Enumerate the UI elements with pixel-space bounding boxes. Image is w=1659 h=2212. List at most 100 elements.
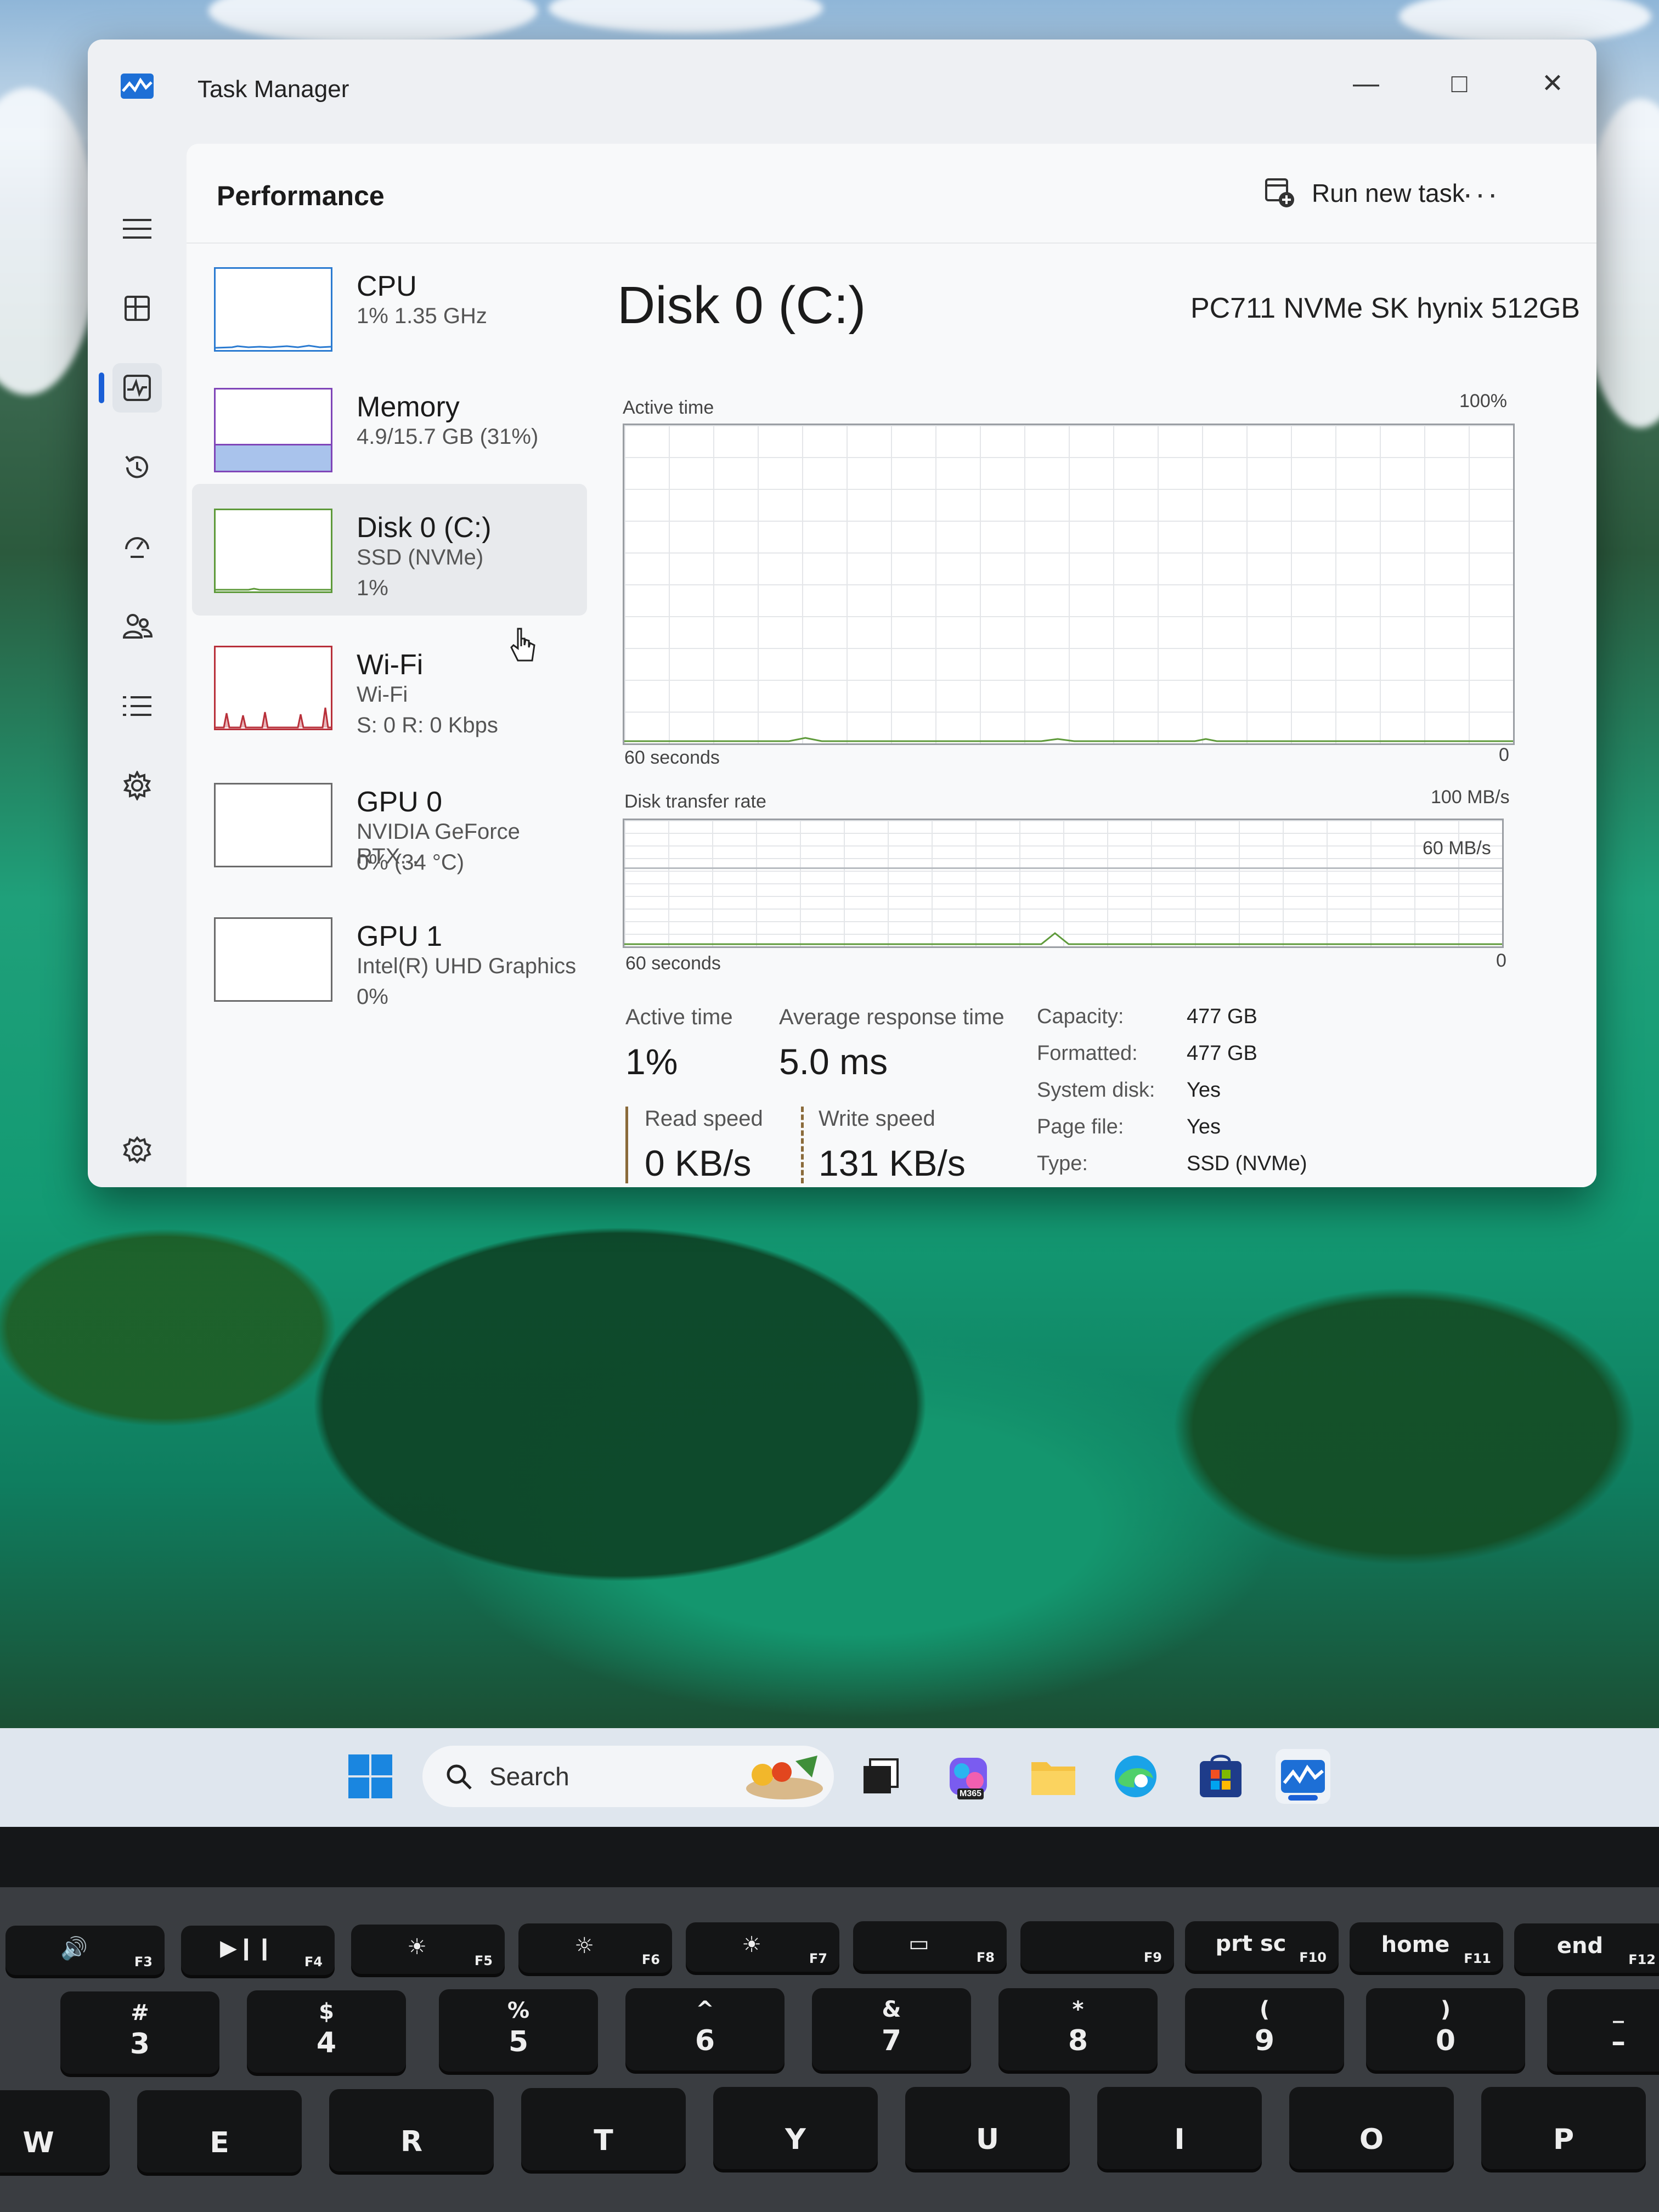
device-detail: SSD (NVMe) bbox=[357, 545, 484, 569]
close-button[interactable]: ✕ bbox=[1520, 56, 1585, 111]
navigation-rail bbox=[88, 144, 187, 1187]
hamburger-menu-icon[interactable] bbox=[112, 204, 162, 253]
run-new-task-button[interactable]: Run new task bbox=[1265, 166, 1465, 221]
device-detail: Wi-Fi bbox=[357, 682, 408, 707]
play-pause-icon: ▶❙❙ bbox=[220, 1936, 274, 1961]
device-name: CPU bbox=[357, 270, 417, 302]
disk-title: Disk 0 (C:) bbox=[617, 276, 866, 335]
title-bar[interactable]: Task Manager — □ ✕ bbox=[88, 40, 1596, 144]
gpu1-mini-graph bbox=[214, 917, 332, 1002]
device-item-memory[interactable]: Memory 4.9/15.7 GB (31%) bbox=[192, 363, 587, 495]
volume-up-icon: 🔊 bbox=[60, 1936, 88, 1961]
users-icon[interactable] bbox=[112, 602, 162, 651]
settings-gear-icon[interactable] bbox=[112, 1126, 162, 1175]
startup-apps-icon[interactable] bbox=[112, 522, 162, 572]
task-manager-window: Task Manager — □ ✕ Performance Run new t… bbox=[88, 40, 1596, 1187]
formatted-value: 477 GB bbox=[1187, 1042, 1257, 1065]
copilot-badge: M365 bbox=[957, 1788, 984, 1799]
memory-mini-graph bbox=[214, 388, 332, 472]
run-new-task-icon bbox=[1265, 178, 1294, 207]
key-6: ^ 6 bbox=[625, 1988, 785, 2070]
brightness-down-icon: ☼ bbox=[574, 1933, 594, 1959]
active-time-stat-value: 1% bbox=[625, 1041, 678, 1082]
device-usage: 1% bbox=[357, 576, 388, 600]
active-time-graph-span: 60 seconds bbox=[624, 747, 720, 768]
taskbar: Search M365 bbox=[0, 1728, 1659, 1827]
disk-detail-view: Disk 0 (C:) PC711 NVMe SK hynix 512GB Ac… bbox=[603, 242, 1580, 1183]
avg-response-label: Average response time bbox=[779, 1005, 1005, 1029]
copilot-m365-icon[interactable]: M365 bbox=[941, 1749, 996, 1804]
device-item-disk0[interactable]: Disk 0 (C:) SSD (NVMe) 1% bbox=[192, 484, 587, 616]
minimize-button[interactable]: — bbox=[1333, 56, 1399, 111]
run-new-task-label: Run new task bbox=[1312, 179, 1465, 207]
cloud bbox=[1399, 0, 1651, 44]
page-file-key: Page file: bbox=[1037, 1115, 1124, 1138]
disk-mini-graph bbox=[214, 509, 332, 593]
system-disk-value: Yes bbox=[1187, 1079, 1221, 1102]
capacity-key: Capacity: bbox=[1037, 1005, 1124, 1028]
key-f11: home F11 bbox=[1350, 1922, 1503, 1972]
cpu-mini-graph bbox=[214, 267, 332, 352]
type-key: Type: bbox=[1037, 1152, 1088, 1175]
display-switch-icon: ▭ bbox=[909, 1931, 929, 1956]
key-f9: F9 bbox=[1020, 1921, 1174, 1971]
device-name: Disk 0 (C:) bbox=[357, 512, 492, 544]
key-5: % 5 bbox=[439, 1989, 598, 2072]
device-item-gpu0[interactable]: GPU 0 NVIDIA GeForce RTX... 0% (34 °C) bbox=[192, 758, 587, 890]
brightness-up-icon: ☀ bbox=[742, 1932, 761, 1957]
microsoft-store-icon[interactable] bbox=[1193, 1749, 1248, 1804]
transfer-graph-max: 100 MB/s bbox=[1431, 787, 1510, 808]
type-value: SSD (NVMe) bbox=[1187, 1152, 1307, 1175]
device-name: GPU 1 bbox=[357, 921, 443, 952]
key-i: I bbox=[1097, 2087, 1262, 2169]
search-highlight-icon bbox=[746, 1756, 823, 1799]
cloud bbox=[208, 0, 538, 44]
file-explorer-icon[interactable] bbox=[1026, 1749, 1081, 1804]
task-view-icon[interactable] bbox=[853, 1749, 908, 1804]
active-time-stat-label: Active time bbox=[625, 1005, 733, 1029]
maximize-button[interactable]: □ bbox=[1426, 56, 1492, 111]
edge-browser-icon[interactable] bbox=[1108, 1749, 1163, 1804]
services-icon[interactable] bbox=[112, 761, 162, 810]
device-usage: S: 0 R: 0 Kbps bbox=[357, 713, 498, 737]
start-windows-icon[interactable] bbox=[343, 1749, 398, 1804]
key-f12: end F12 bbox=[1514, 1923, 1659, 1973]
key-8: * 8 bbox=[998, 1988, 1158, 2070]
key-7: & 7 bbox=[812, 1988, 971, 2070]
system-disk-key: System disk: bbox=[1037, 1079, 1155, 1102]
device-item-cpu[interactable]: CPU 1% 1.35 GHz bbox=[192, 242, 587, 374]
write-speed-legend-bar bbox=[801, 1107, 804, 1183]
key-e: E bbox=[137, 2090, 302, 2172]
performance-icon[interactable] bbox=[112, 363, 162, 413]
device-detail: Intel(R) UHD Graphics bbox=[357, 954, 577, 978]
key-w: W bbox=[0, 2090, 110, 2172]
key-f7: ☀ F7 bbox=[686, 1922, 839, 1972]
key-p: P bbox=[1481, 2087, 1646, 2169]
key-f4: ▶❙❙ F4 bbox=[181, 1926, 335, 1975]
transfer-graph-span: 60 seconds bbox=[625, 953, 721, 974]
taskbar-search-box[interactable]: Search bbox=[422, 1746, 834, 1807]
key-9: (9 bbox=[1185, 1988, 1344, 2070]
laptop-keyboard: 🔊 F3 ▶❙❙ F4 ☀ F5 ☼ F6 ☀ F7 ▭ F8 F9 prt sc F10 h… bbox=[0, 1887, 1659, 2212]
task-manager-app-icon bbox=[121, 74, 154, 99]
keyboard-backlight-icon: ☀ bbox=[407, 1934, 427, 1960]
memory-fill bbox=[216, 444, 331, 471]
transfer-graph-min: 0 bbox=[1496, 950, 1506, 971]
key-f6: ☼ F6 bbox=[518, 1923, 672, 1973]
processes-icon[interactable] bbox=[112, 284, 162, 333]
key-minus: _ – bbox=[1547, 1989, 1659, 2072]
device-item-gpu1[interactable]: GPU 1 Intel(R) UHD Graphics 0% bbox=[192, 893, 587, 1024]
disk-model: PC711 NVMe SK hynix 512GB bbox=[1190, 292, 1580, 324]
search-icon bbox=[447, 1764, 472, 1790]
key-4: $4 bbox=[247, 1990, 406, 2073]
key-u: U bbox=[905, 2087, 1070, 2169]
key-t: T bbox=[521, 2088, 686, 2170]
details-icon[interactable] bbox=[112, 681, 162, 731]
app-history-icon[interactable] bbox=[112, 443, 162, 492]
device-usage: 0% bbox=[357, 985, 388, 1009]
read-speed-legend-bar bbox=[625, 1107, 628, 1183]
search-placeholder: Search bbox=[489, 1762, 569, 1791]
mouse-cursor-icon bbox=[510, 628, 535, 662]
more-options-button[interactable]: ··· bbox=[1451, 166, 1511, 221]
gpu0-mini-graph bbox=[214, 783, 332, 867]
